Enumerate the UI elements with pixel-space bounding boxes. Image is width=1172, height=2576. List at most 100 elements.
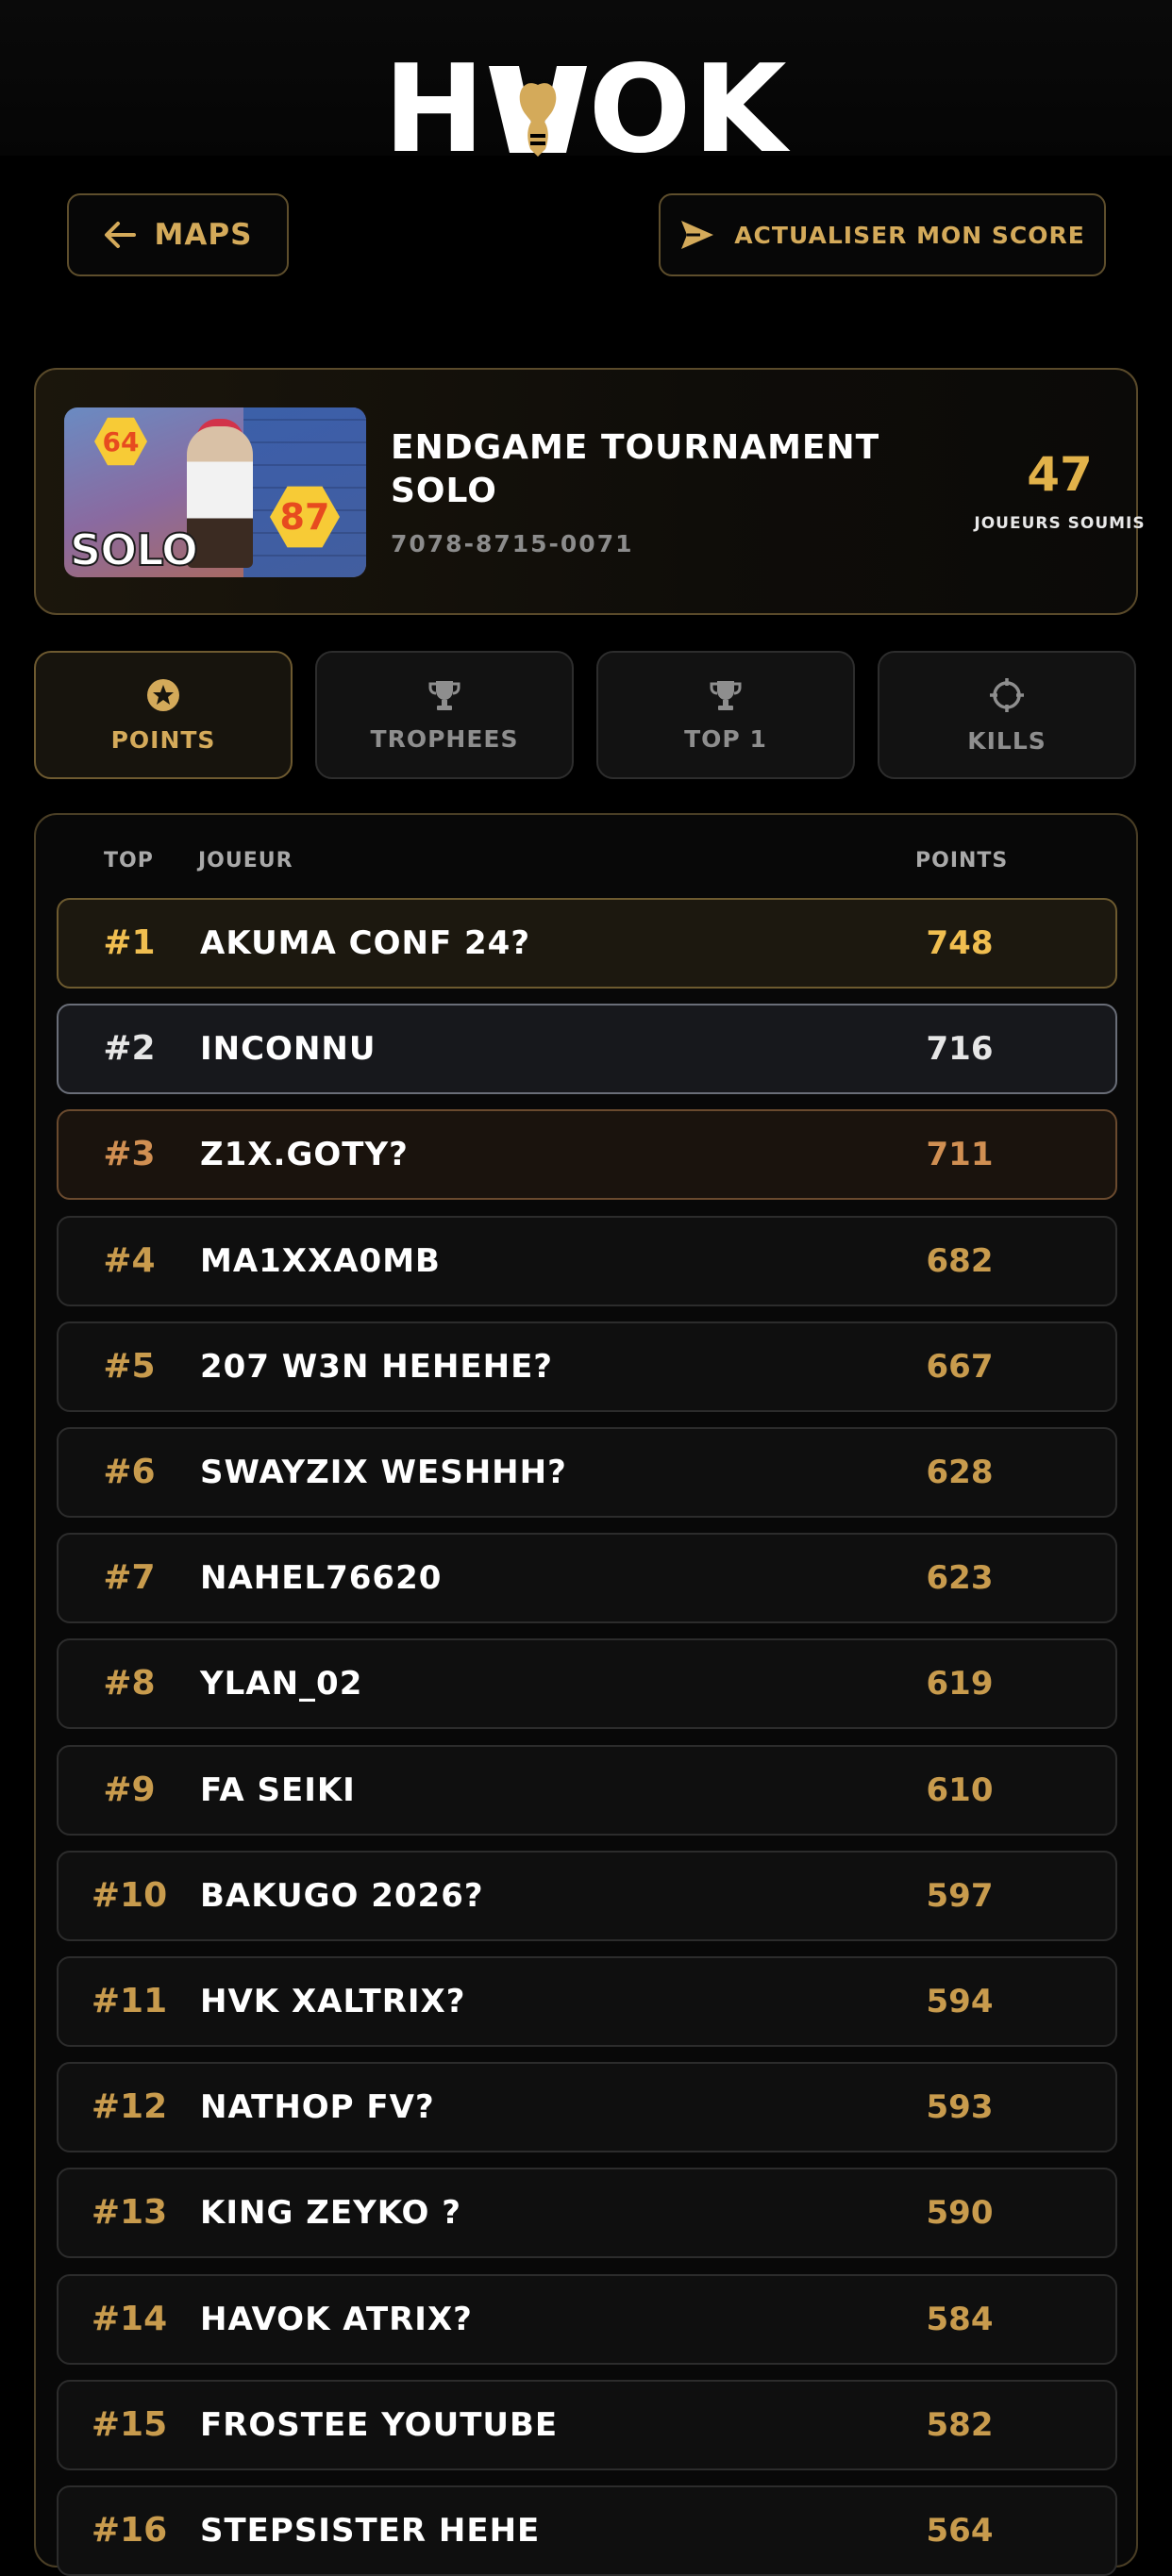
leaderboard-row[interactable]: #2 INCONNU 716 <box>57 1004 1117 1095</box>
row-rank: #2 <box>103 1029 156 1069</box>
row-rank: #1 <box>103 923 156 962</box>
badge-64: 64 <box>94 417 147 466</box>
row-points: 590 <box>926 2194 994 2233</box>
row-player-name: NAHEL76620 <box>200 1559 443 1598</box>
row-points: 593 <box>926 2088 994 2127</box>
row-player-name: KING ZEYKO ? <box>200 2194 461 2233</box>
tab-points-label: POINTS <box>110 725 216 754</box>
logo-letters-left: H <box>383 40 487 180</box>
leaderboard-row[interactable]: #1 AKUMA CONF 24? 748 <box>57 898 1117 989</box>
row-rank: #15 <box>91 2404 168 2444</box>
row-player-name: YLAN_02 <box>200 1665 363 1703</box>
row-points: 619 <box>926 1665 994 1703</box>
row-points: 582 <box>926 2405 994 2444</box>
bee-wings-icon <box>488 66 587 157</box>
maps-button-label: MAPS <box>154 218 253 252</box>
leaderboard-row[interactable]: #5 207 W3N HEHEHE? 667 <box>57 1321 1117 1412</box>
trophy-icon <box>428 680 460 710</box>
row-points: 623 <box>926 1559 994 1598</box>
leaderboard-row[interactable]: #15 FROSTEE YOUTUBE 582 <box>57 2379 1117 2470</box>
row-rank: #11 <box>91 1982 168 2020</box>
trophy-icon <box>710 680 742 710</box>
leaderboard-row[interactable]: #8 YLAN_02 619 <box>57 1638 1117 1730</box>
leaderboard-row[interactable]: #6 SWAYZIX WESHHH? 628 <box>57 1427 1117 1518</box>
tab-trophees-label: TROPHEES <box>370 724 519 753</box>
row-points: 711 <box>926 1136 994 1174</box>
row-player-name: FROSTEE YOUTUBE <box>200 2405 559 2444</box>
leaderboard-row[interactable]: #12 NATHOP FV? 593 <box>57 2062 1117 2153</box>
tab-top1-label: TOP 1 <box>684 724 767 753</box>
row-player-name: AKUMA CONF 24? <box>200 924 531 962</box>
star-circle-icon <box>147 678 179 711</box>
update-score-button[interactable]: ACTUALISER MON SCORE <box>659 193 1106 276</box>
maps-back-button[interactable]: MAPS <box>67 193 289 276</box>
column-top: TOP <box>104 849 154 873</box>
row-rank: #14 <box>91 2299 168 2338</box>
row-rank: #8 <box>103 1664 156 1703</box>
row-player-name: HAVOK ATRIX? <box>200 2300 473 2338</box>
crosshair-icon <box>990 677 1024 712</box>
row-points: 628 <box>926 1454 994 1491</box>
row-player-name: Z1X.GOTY? <box>200 1136 409 1174</box>
tab-points[interactable]: POINTS <box>34 651 293 779</box>
row-rank: #7 <box>103 1558 156 1598</box>
row-points: 682 <box>926 1241 994 1280</box>
row-player-name: STEPSISTER HEHE <box>200 2512 541 2550</box>
row-rank: #13 <box>91 2193 168 2233</box>
leaderboard-row[interactable]: #10 BAKUGO 2026? 597 <box>57 1850 1117 1941</box>
leaderboard-row[interactable]: #4 MA1XXA0MB 682 <box>57 1215 1117 1306</box>
leaderboard-row[interactable]: #3 Z1X.GOTY? 711 <box>57 1109 1117 1201</box>
row-points: 667 <box>926 1347 994 1386</box>
column-points: POINTS <box>915 849 1009 873</box>
row-rank: #3 <box>103 1135 156 1174</box>
row-player-name: HVK XALTRIX? <box>200 1983 466 2020</box>
row-player-name: BAKUGO 2026? <box>200 1876 484 1915</box>
row-rank: #12 <box>91 2087 168 2127</box>
row-points: 716 <box>926 1030 994 1069</box>
ranking-tabs: POINTS TROPHEES TOP 1 KILLS <box>34 651 1138 779</box>
tab-trophees[interactable]: TROPHEES <box>315 651 574 779</box>
logo-letters-right: OK <box>588 40 789 180</box>
row-player-name: INCONNU <box>200 1030 377 1069</box>
row-points: 748 <box>926 924 994 962</box>
leaderboard-row[interactable]: #7 NAHEL76620 623 <box>57 1533 1117 1624</box>
arrow-left-icon <box>104 222 136 248</box>
thumbnail-mode-label: SOLO <box>69 524 199 576</box>
row-rank: #16 <box>91 2511 168 2550</box>
row-rank: #10 <box>91 1875 168 1915</box>
leaderboard: TOP JOUEUR POINTS #1 AKUMA CONF 24? 748 #2 I… <box>34 813 1140 2576</box>
row-points: 597 <box>926 1876 994 1915</box>
row-rank: #5 <box>103 1346 156 1386</box>
row-player-name: MA1XXA0MB <box>200 1241 441 1280</box>
tournament-card: 64 87 SOLO ENDGAME TOURNAMENT SOLO 7078-… <box>34 368 1145 615</box>
column-player: JOUEUR <box>198 849 293 873</box>
row-rank: #9 <box>103 1770 156 1809</box>
havok-logo: H OK <box>345 50 827 171</box>
tab-kills-label: KILLS <box>967 726 1046 755</box>
row-player-name: 207 W3N HEHEHE? <box>200 1347 554 1386</box>
row-rank: #6 <box>103 1453 156 1491</box>
players-count: 47 <box>1027 447 1093 502</box>
leaderboard-row[interactable]: #13 KING ZEYKO ? 590 <box>57 2168 1117 2259</box>
leaderboard-row[interactable]: #11 HVK XALTRIX? 594 <box>57 1956 1117 2047</box>
tab-top1[interactable]: TOP 1 <box>596 651 855 779</box>
tournament-thumbnail: 64 87 SOLO <box>64 407 366 577</box>
tournament-title: ENDGAME TOURNAMENT SOLO <box>391 428 880 510</box>
tournament-code: 7078-8715-0071 <box>391 530 634 557</box>
tab-kills[interactable]: KILLS <box>878 651 1136 779</box>
players-count-label: JOUEURS SOUMIS <box>974 514 1146 533</box>
row-player-name: FA SEIKI <box>200 1770 356 1809</box>
row-player-name: SWAYZIX WESHHH? <box>200 1454 567 1491</box>
row-points: 584 <box>926 2300 994 2338</box>
row-points: 564 <box>926 2512 994 2550</box>
row-player-name: NATHOP FV? <box>200 2088 435 2127</box>
leaderboard-header: TOP JOUEUR POINTS <box>36 849 1140 877</box>
row-points: 610 <box>926 1770 994 1809</box>
row-points: 594 <box>926 1983 994 2020</box>
leaderboard-row[interactable]: #9 FA SEIKI 610 <box>57 1744 1117 1836</box>
app-header: H OK <box>0 0 1172 171</box>
update-score-label: ACTUALISER MON SCORE <box>734 221 1085 249</box>
leaderboard-row[interactable]: #16 STEPSISTER HEHE 564 <box>57 2485 1117 2576</box>
row-rank: #4 <box>103 1240 156 1280</box>
leaderboard-row[interactable]: #14 HAVOK ATRIX? 584 <box>57 2273 1117 2365</box>
